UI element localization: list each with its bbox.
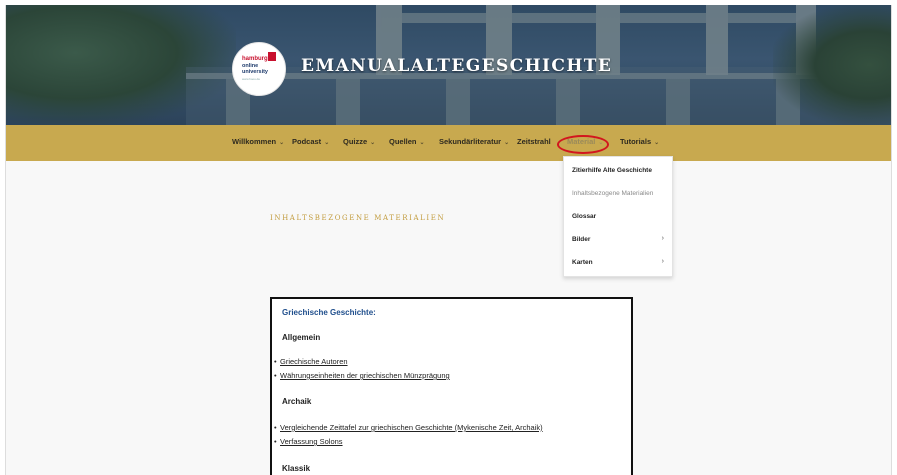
nav-label: Willkommen: [232, 137, 277, 146]
chevron-down-icon: ⌄: [370, 140, 376, 146]
dropdown-item-inhaltsbezogene-materialien[interactable]: Inhaltsbezogene Materialien: [572, 190, 653, 197]
nav-label: Podcast: [292, 137, 322, 146]
dropdown-item-zitierhilfe[interactable]: Zitierhilfe Alte Geschichte: [572, 167, 652, 174]
chevron-down-icon: ⌄: [279, 140, 285, 146]
content-box: Griechische Geschichte: Allgemein • Griec…: [270, 297, 633, 475]
section-heading-allgemein: Allgemein: [282, 333, 321, 342]
logo-tower-icon: [268, 52, 276, 61]
browser-viewport: hamburg online university www.hoou.de EM…: [5, 5, 892, 475]
main-navigation: Willkommen ⌄ Podcast ⌄ Quizze ⌄ Quellen ⌄ Se…: [6, 125, 891, 161]
nav-item-quizze[interactable]: Quizze ⌄: [343, 137, 375, 146]
logo-text-url: www.hoou.de: [242, 77, 261, 81]
chevron-right-icon: ›: [661, 258, 664, 265]
dropdown-item-glossar[interactable]: Glossar: [572, 213, 596, 220]
chevron-right-icon: ›: [661, 235, 664, 242]
nav-item-sekundaerliteratur[interactable]: Sekundärliteratur ⌄: [439, 137, 509, 146]
logo-text-hamburg: hamburg: [242, 56, 268, 62]
list-item-link[interactable]: • Verfassung Solons: [274, 437, 343, 446]
nav-item-tutorials[interactable]: Tutorials ⌄: [620, 137, 659, 146]
nav-item-quellen[interactable]: Quellen ⌄: [389, 137, 425, 146]
page-title: INHALTSBEZOGENE MATERIALIEN: [270, 214, 446, 222]
link-text[interactable]: Griechische Autoren: [280, 357, 348, 366]
link-text[interactable]: Verfassung Solons: [280, 437, 343, 446]
dropdown-item-bilder[interactable]: Bilder: [572, 236, 668, 243]
chevron-down-icon: ⌄: [324, 140, 330, 146]
hoou-logo[interactable]: hamburg online university www.hoou.de: [232, 42, 286, 96]
content-title: Griechische Geschichte:: [282, 308, 376, 317]
chevron-down-icon: ⌄: [654, 140, 660, 146]
link-text[interactable]: Vergleichende Zeittafel zur griechischen…: [280, 423, 543, 432]
chevron-down-icon: ⌄: [419, 140, 425, 146]
nav-label: Quizze: [343, 137, 368, 146]
list-item-link[interactable]: • Währungseinheiten der griechischen Münz…: [274, 371, 450, 380]
chevron-down-icon: ⌄: [598, 140, 604, 146]
dropdown-item-karten[interactable]: Karten: [572, 259, 668, 266]
site-title[interactable]: EMANUALALTEGESCHICHTE: [301, 56, 612, 76]
material-dropdown-menu: Zitierhilfe Alte Geschichte Inhaltsbezog…: [563, 156, 673, 277]
nav-item-podcast[interactable]: Podcast ⌄: [292, 137, 329, 146]
banner-trees-right: [773, 5, 891, 125]
header-banner: hamburg online university www.hoou.de EM…: [6, 5, 891, 125]
nav-item-material[interactable]: Material ⌄: [567, 137, 603, 146]
nav-label: Sekundärliteratur: [439, 137, 502, 146]
dropdown-label: Bilder: [572, 236, 591, 243]
nav-label: Material: [567, 137, 596, 146]
section-heading-klassik: Klassik: [282, 464, 311, 473]
logo-text-online: online university: [242, 63, 268, 76]
nav-item-zeitstrahl[interactable]: Zeitstrahl: [517, 137, 551, 146]
list-item-link[interactable]: • Vergleichende Zeittafel zur griechische…: [274, 423, 543, 432]
link-text[interactable]: Währungseinheiten der griechischen Münzp…: [280, 371, 450, 380]
nav-item-willkommen[interactable]: Willkommen ⌄: [232, 137, 284, 146]
nav-label: Tutorials: [620, 137, 652, 146]
nav-label: Quellen: [389, 137, 417, 146]
section-heading-archaik: Archaik: [282, 397, 312, 406]
logo-text-university-line: university: [242, 68, 268, 75]
nav-label: Zeitstrahl: [517, 137, 551, 146]
dropdown-label: Karten: [572, 259, 593, 266]
list-item-link[interactable]: • Griechische Autoren: [274, 357, 348, 366]
chevron-down-icon: ⌄: [504, 140, 510, 146]
